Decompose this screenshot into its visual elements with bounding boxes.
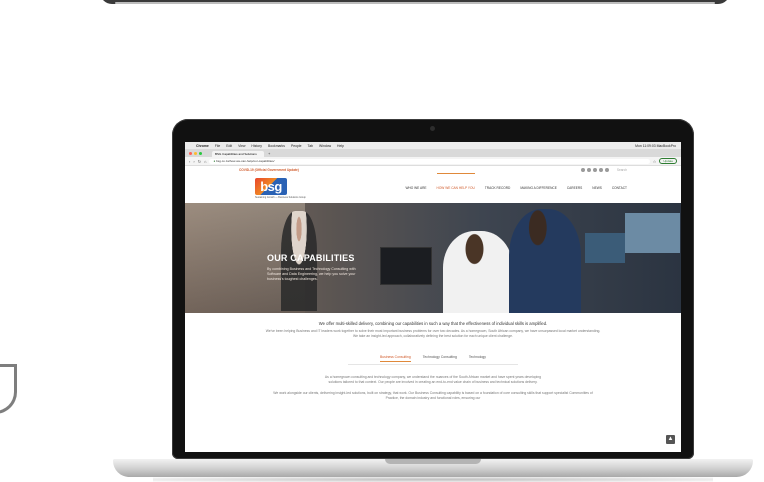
lock-icon: ● — [213, 158, 216, 163]
covid-bar: COVID-19 (Official Government Update) Se… — [185, 166, 681, 173]
menu-item-chrome[interactable]: Chrome — [196, 144, 209, 148]
menu-item-tab[interactable]: Tab — [308, 144, 313, 148]
minimize-window-button[interactable] — [194, 151, 197, 155]
website: COVID-19 (Official Government Update) Se… — [185, 166, 681, 401]
nav-news[interactable]: NEWS — [592, 186, 602, 190]
laptop-screen: Chrome File Edit View History Bookmarks … — [185, 142, 681, 452]
hero-banner: OUR CAPABILITIES By combining Business a… — [185, 203, 681, 313]
youtube-icon[interactable] — [598, 167, 603, 172]
menu-item-view[interactable]: View — [238, 144, 245, 148]
back-icon[interactable]: ‹ — [189, 159, 190, 164]
hero-monitor — [380, 247, 432, 285]
tab-paragraph-2: We work alongside our clients, deliverin… — [273, 391, 593, 400]
scroll-to-top-button[interactable]: ▲ — [666, 435, 675, 444]
intro-lead: We offer multi-skilled delivery, combini… — [318, 321, 548, 326]
nav-making-a-difference[interactable]: MAKING A DIFFERENCE — [520, 186, 556, 190]
window-controls — [189, 151, 202, 155]
intro-body: We've been helping Business and IT leade… — [265, 329, 601, 338]
laptop-lid: Chrome File Edit View History Bookmarks … — [172, 119, 694, 459]
nav-careers[interactable]: CAREERS — [567, 186, 582, 190]
covid-link[interactable]: COVID-19 (Official Government Update) — [239, 168, 299, 172]
tab-divider — [348, 364, 518, 365]
nav-track-record[interactable]: TRACK RECORD — [485, 186, 511, 190]
url-input[interactable]: ● bsg.co.za/how-we-can-help/our-capabili… — [209, 158, 650, 164]
hero-subtitle: By combining Business and Technology Con… — [267, 267, 356, 281]
facebook-icon[interactable] — [580, 167, 585, 172]
main-content: We offer multi-skilled delivery, combini… — [185, 321, 681, 401]
hero-title: OUR CAPABILITIES — [267, 253, 355, 263]
linkedin-icon[interactable] — [592, 167, 597, 172]
mac-menubar: Chrome File Edit View History Bookmarks … — [185, 142, 681, 149]
hero-person-suit — [509, 209, 581, 313]
tab-paragraph-1: As a homegrown consulting and technology… — [324, 375, 542, 384]
hero-person-glasses — [443, 231, 513, 313]
menu-item-history[interactable]: History — [251, 144, 262, 148]
star-icon[interactable]: ☆ — [653, 159, 657, 164]
forward-icon[interactable]: › — [193, 159, 194, 164]
instagram-icon[interactable] — [604, 167, 609, 172]
main-nav: WHO WE ARE HOW WE CAN HELP YOU TRACK REC… — [405, 173, 627, 190]
reload-icon[interactable]: ↻ — [198, 159, 201, 164]
close-window-button[interactable] — [189, 151, 192, 155]
new-tab-button[interactable]: + — [268, 151, 270, 157]
tab-technology-consulting[interactable]: Technology Consulting — [423, 355, 457, 362]
hero-monitor-2 — [585, 233, 625, 263]
nav-contact[interactable]: CONTACT — [612, 186, 627, 190]
camera-icon — [430, 126, 435, 131]
home-icon[interactable]: ⌂ — [204, 159, 206, 164]
hero-monitor-3 — [625, 213, 680, 253]
address-bar-row: ‹ › ↻ ⌂ ● bsg.co.za/how-we-can-help/our-… — [185, 157, 681, 166]
menubar-status: Mon 11:09:03 MacBookPro — [635, 143, 676, 148]
browser-tab[interactable]: BSG Capabilities and Solutions — [212, 151, 264, 157]
menu-item-file[interactable]: File — [215, 144, 220, 148]
laptop-notch — [385, 459, 481, 464]
site-header: bsg Sustaining Growth — Business Solutio… — [185, 173, 681, 203]
logo[interactable]: bsg Sustaining Growth — Business Solutio… — [255, 177, 306, 199]
capability-tabs: Business Consulting Technology Consultin… — [225, 355, 641, 362]
left-device-edge — [0, 364, 17, 414]
previous-laptop-highlight — [115, 2, 715, 4]
menu-item-help[interactable]: Help — [337, 144, 344, 148]
maximize-window-button[interactable] — [199, 151, 202, 155]
menu-item-edit[interactable]: Edit — [226, 144, 232, 148]
search-input[interactable]: Search — [617, 168, 627, 172]
social-icons — [580, 167, 609, 172]
menu-item-window[interactable]: Window — [319, 144, 331, 148]
logo-mark: bsg — [255, 177, 287, 195]
update-button[interactable]: Update — [659, 158, 677, 164]
url-text: bsg.co.za/how-we-can-help/our-capabiliti… — [216, 158, 275, 163]
twitter-icon[interactable] — [586, 167, 591, 172]
laptop-shadow — [153, 477, 713, 482]
tab-technology[interactable]: Technology — [469, 355, 486, 362]
menu-item-bookmarks[interactable]: Bookmarks — [268, 144, 285, 148]
nav-who-we-are[interactable]: WHO WE ARE — [405, 186, 426, 190]
tab-business-consulting[interactable]: Business Consulting — [379, 355, 411, 362]
logo-tagline: Sustaining Growth — Business Solutions G… — [255, 195, 306, 199]
nav-how-we-can-help[interactable]: HOW WE CAN HELP YOU — [436, 173, 476, 190]
browser-tabbar: BSG Capabilities and Solutions + — [185, 149, 681, 157]
menu-item-people[interactable]: People — [291, 144, 302, 148]
